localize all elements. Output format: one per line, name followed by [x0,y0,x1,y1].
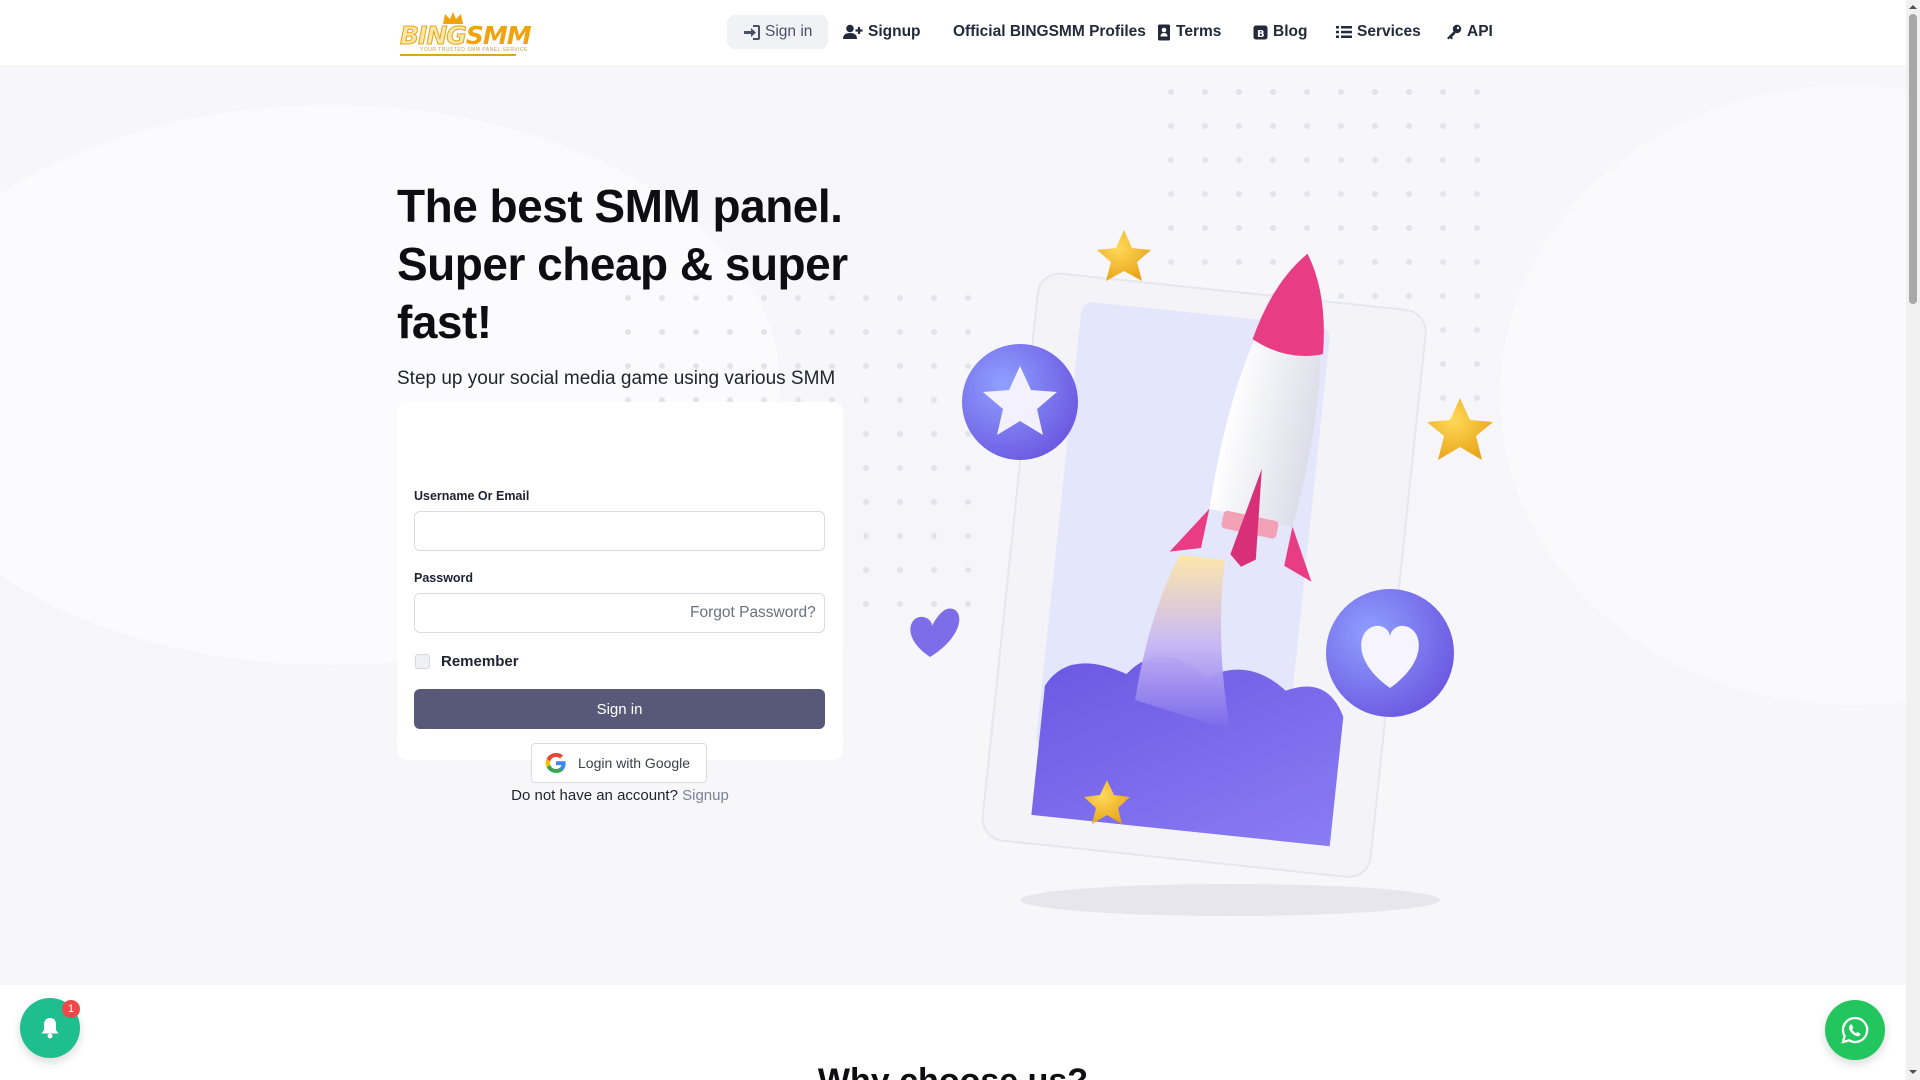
notification-count-badge: 1 [62,1000,80,1018]
brand-tagline: YOUR TRUSTED SMM PANEL SERVICE [420,47,528,53]
nav-api-label: API [1467,23,1493,40]
nav-api[interactable]: API [1430,15,1509,49]
decorative-dot [1304,89,1310,95]
key-icon [1447,24,1462,40]
why-choose-us-heading: Why choose us? [0,1062,1906,1080]
sign-in-button[interactable]: Sign in [414,689,825,729]
user-plus-icon [843,24,863,39]
decorative-dot [1202,89,1208,95]
nav-services[interactable]: Services [1320,15,1437,49]
decorative-dot [1304,123,1310,129]
google-g-icon [545,753,566,773]
remember-label: Remember [441,653,519,670]
decorative-dot [863,533,869,539]
decorative-dot [1406,123,1412,129]
nav-blog[interactable]: B Blog [1237,15,1323,49]
nav-official-profiles-label: Official BINGSMM Profiles [953,23,1146,40]
nav-terms[interactable]: Terms [1141,15,1237,49]
headline-line: The best SMM panel. [397,180,843,232]
list-icon [1336,26,1352,38]
svg-text:B: B [1257,29,1265,40]
nav-official-profiles[interactable]: Official BINGSMM Profiles [937,15,1162,49]
headline-line: Super cheap & super [397,238,848,290]
top-navbar: BINGSMM YOUR TRUSTED SMM PANEL SERVICE S… [0,0,1906,65]
remember-checkbox[interactable] [415,654,430,669]
decorative-dot [1168,89,1174,95]
decorative-dot [863,601,869,607]
decorative-dot [863,431,869,437]
logo-underline [400,54,516,56]
scroll-up-arrow-icon[interactable] [1909,3,1917,11]
address-book-icon [1158,24,1170,40]
username-label: Username Or Email [414,489,530,503]
decorative-dot [1168,123,1174,129]
decorative-dot [1440,123,1446,129]
decorative-dot [1372,89,1378,95]
decorative-dot [863,499,869,505]
whatsapp-chat-button[interactable] [1825,1000,1885,1060]
decorative-dot [1270,123,1276,129]
decorative-dot [1406,89,1412,95]
rocket-illustration [910,230,1493,916]
bell-icon [41,1018,59,1039]
forgot-password-link[interactable]: Forgot Password? [690,604,816,622]
decorative-dot [863,397,869,403]
decorative-dot [1338,89,1344,95]
scrollbar-thumb[interactable] [1909,14,1917,304]
decorative-dot [863,465,869,471]
sign-in-icon [744,24,760,40]
no-account-text: Do not have an account? [511,787,678,804]
nav-blog-label: Blog [1273,23,1308,40]
nav-services-label: Services [1357,23,1421,40]
hero-headline: The best SMM panel. Super cheap & super … [397,177,917,351]
decorative-dot [1474,123,1480,129]
whatsapp-icon [1841,1016,1869,1044]
decorative-dot [863,363,869,369]
decorative-dot [1236,89,1242,95]
decorative-dot [1236,123,1242,129]
hero-section: The best SMM panel. Super cheap & super … [0,65,1906,985]
headline-line: fast! [397,296,492,348]
decorative-dot [1338,123,1344,129]
nav-signup[interactable]: Signup [827,15,937,49]
nav-sign-in-label: Sign in [765,23,813,40]
blog-icon: B [1253,25,1268,40]
nav-sign-in[interactable]: Sign in [727,15,829,49]
decorative-dot [1270,89,1276,95]
login-with-google-label: Login with Google [578,755,691,771]
signup-link[interactable]: Signup [682,787,729,804]
hero-background-blob [1500,85,1906,705]
decorative-dot [1202,123,1208,129]
decorative-dot [1372,123,1378,129]
decorative-dot [1474,89,1480,95]
page-scrollbar[interactable] [1906,0,1920,1080]
nav-terms-label: Terms [1176,23,1222,40]
decorative-dot [863,567,869,573]
scroll-down-arrow-icon[interactable] [1909,1068,1917,1076]
login-with-google-button[interactable]: Login with Google [531,743,707,783]
nav-signup-label: Signup [868,23,921,40]
password-label: Password [414,571,474,585]
decorative-dot [1440,89,1446,95]
username-input[interactable] [414,511,825,551]
no-account-prompt: Do not have an account? Signup [397,787,843,804]
brand-logo[interactable]: BINGSMM YOUR TRUSTED SMM PANEL SERVICE [398,11,532,56]
